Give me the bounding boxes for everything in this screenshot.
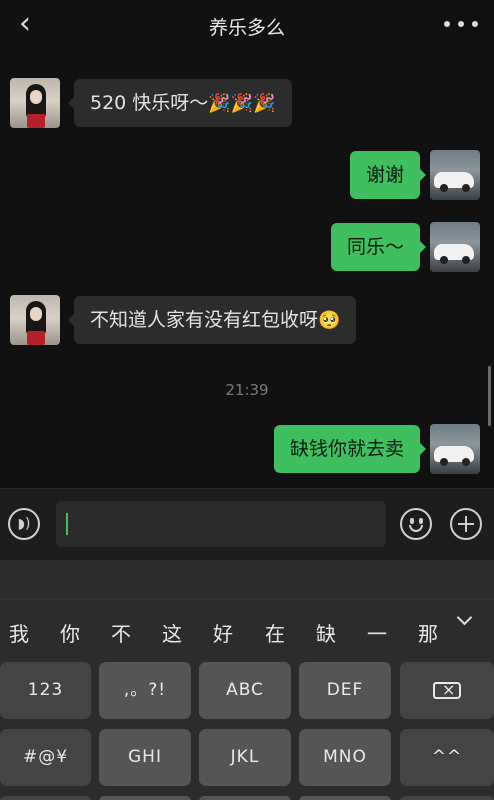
voice-icon[interactable]: ◗) (8, 508, 40, 540)
message-input[interactable] (56, 501, 386, 547)
candidate-word[interactable]: 一 (362, 618, 392, 647)
backspace-icon (433, 676, 461, 704)
input-bar: ◗) (0, 488, 494, 560)
my-avatar[interactable] (430, 222, 480, 272)
candidate-word[interactable]: 你 (55, 618, 85, 647)
key-partial[interactable] (199, 796, 291, 800)
candidate-word[interactable]: 好 (208, 618, 238, 647)
message-text: 同乐～ (346, 236, 404, 258)
chat-header: ‹ 养乐多么 (0, 0, 494, 52)
key-partial[interactable] (299, 796, 391, 800)
candidate-word[interactable]: 在 (260, 618, 290, 647)
plus-icon[interactable] (450, 508, 482, 540)
key-ghi[interactable]: GHI (99, 729, 191, 786)
candidate-bar: 我 你 不 这 好 在 缺 一 那 (0, 600, 494, 660)
message-timestamp: 21:39 (225, 381, 269, 399)
candidate-word[interactable]: 不 (106, 618, 136, 647)
key-jkl[interactable]: JKL (199, 729, 291, 786)
more-dots-icon[interactable] (444, 10, 478, 38)
message-list[interactable]: 520 快乐呀～🎉🎉🎉 谢谢 同乐～ 不知道人家有没有红包收呀🥺 21:39 缺… (0, 52, 494, 488)
contact-avatar[interactable] (10, 295, 60, 345)
key-abc[interactable]: ABC (199, 662, 291, 719)
my-avatar[interactable] (430, 150, 480, 200)
key-mno[interactable]: MNO (299, 729, 391, 786)
candidate-word[interactable]: 缺 (311, 618, 341, 647)
message-text: 不知道人家有没有红包收呀 (90, 309, 319, 331)
scrollbar[interactable] (488, 366, 491, 426)
keyboard-toolbar (0, 560, 494, 600)
backspace-key[interactable] (400, 662, 494, 719)
message-text: 谢谢 (365, 164, 404, 186)
message-bubble[interactable]: 谢谢 (349, 151, 427, 199)
pleading-face-icon: 🥺 (318, 310, 341, 331)
key-def[interactable]: DEF (299, 662, 391, 719)
message-bubble[interactable]: 不知道人家有没有红包收呀🥺 (67, 296, 357, 344)
candidate-word[interactable]: 那 (413, 618, 443, 647)
candidate-word[interactable]: 这 (157, 618, 187, 647)
key-123[interactable]: 123 (0, 662, 91, 719)
message-bubble[interactable]: 同乐～ (330, 223, 427, 271)
key-partial[interactable] (99, 796, 191, 800)
message-text: 缺钱你就去卖 (289, 438, 404, 460)
collapse-keyboard-icon[interactable] (455, 610, 477, 632)
candidate-word[interactable]: 我 (4, 618, 34, 647)
contact-avatar[interactable] (10, 78, 60, 128)
key-partial[interactable] (400, 796, 494, 800)
chat-title: 养乐多么 (208, 17, 285, 39)
my-avatar[interactable] (430, 424, 480, 474)
key-symbols[interactable]: #@¥ (0, 729, 91, 786)
emoji-icon[interactable] (400, 508, 432, 540)
party-popper-icon: 🎉🎉🎉 (208, 93, 276, 114)
key-partial[interactable] (0, 796, 91, 800)
text-caret (66, 513, 68, 535)
key-emoticon[interactable]: ^^ (400, 729, 494, 786)
message-bubble[interactable]: 520 快乐呀～🎉🎉🎉 (68, 79, 292, 127)
keyboard: 我 你 不 这 好 在 缺 一 那 123 ,。?! ABC DEF #@¥ G… (0, 560, 494, 800)
message-text: 520 快乐呀～ (90, 92, 209, 114)
key-punctuation[interactable]: ,。?! (99, 662, 191, 719)
message-bubble[interactable]: 缺钱你就去卖 (273, 425, 427, 473)
